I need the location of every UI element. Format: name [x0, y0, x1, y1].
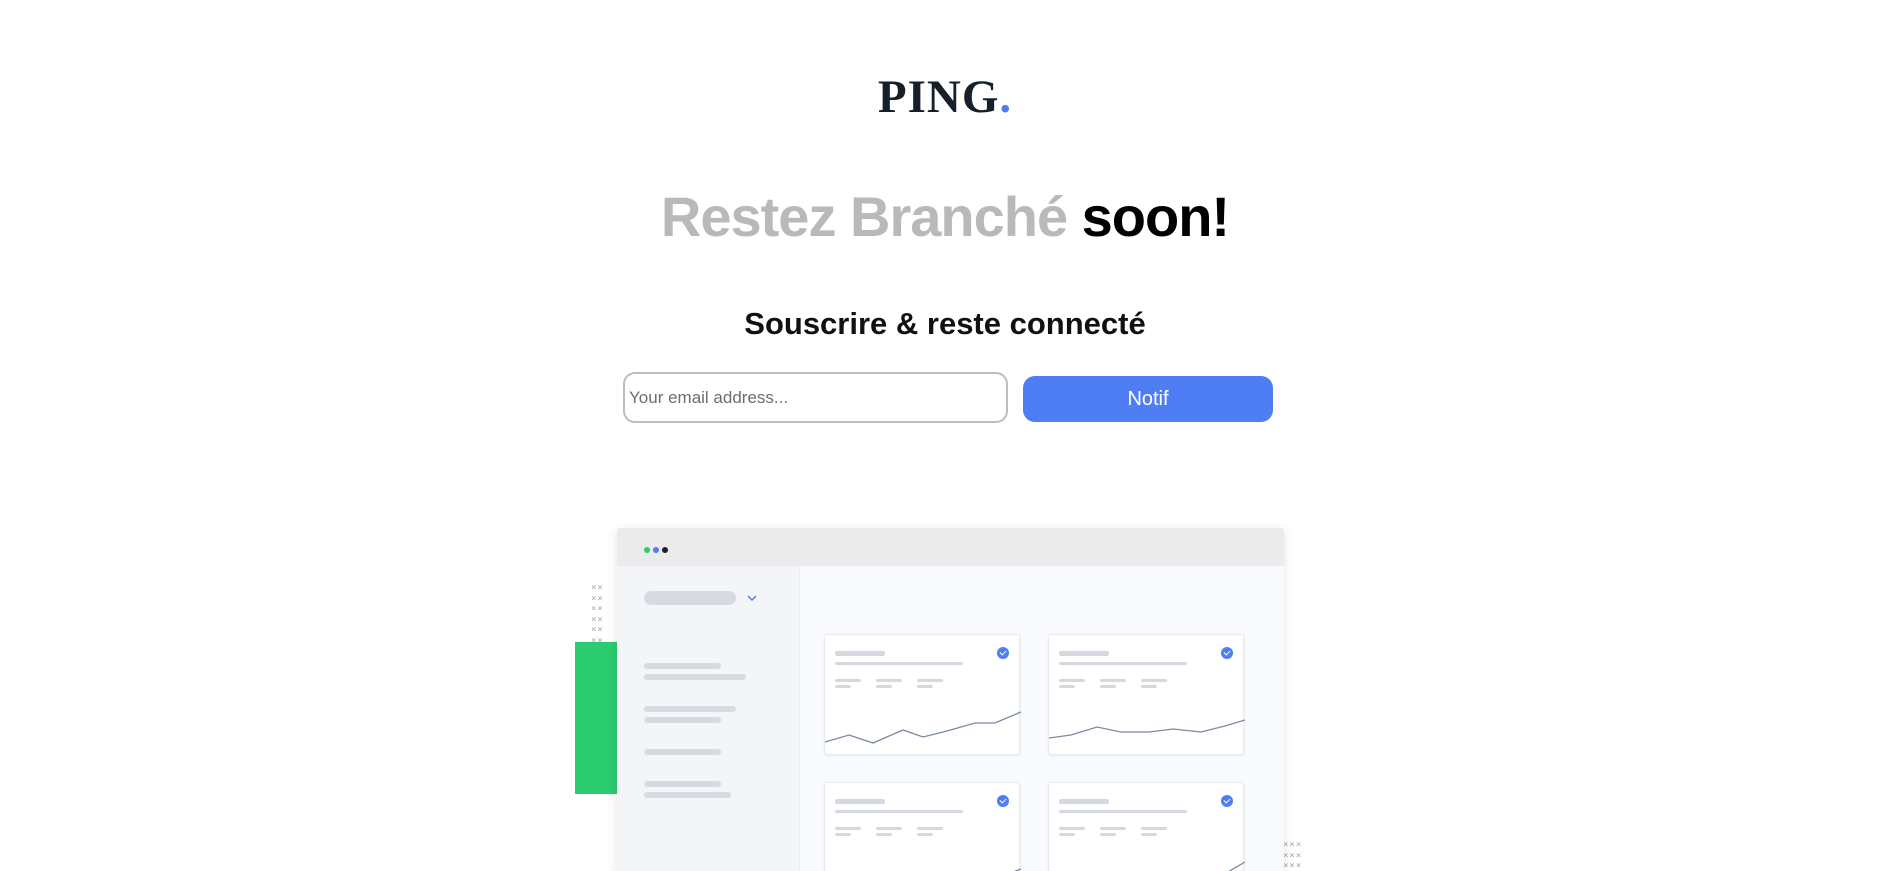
sparkline [1228, 861, 1245, 871]
x-pattern-decoration-right: ××× ××× ××× [1283, 840, 1303, 871]
dashboard-illustration [617, 528, 1284, 871]
green-decoration-block [575, 642, 620, 794]
coming-soon-page: PING. Restez Branché soon! Souscrire & r… [0, 0, 1890, 871]
sidebar-line [644, 663, 721, 669]
chevron-down-icon [747, 595, 757, 602]
sparkline [1049, 719, 1245, 739]
sidebar-line [644, 717, 721, 723]
window-title-bar [617, 528, 1284, 566]
logo-text: PING [877, 71, 1000, 123]
subscribe-heading: Souscrire & reste connecté [744, 306, 1146, 341]
email-input[interactable] [623, 372, 1008, 423]
window-dot-dark [662, 547, 668, 553]
sidebar-line [644, 781, 721, 787]
title-light-part: Restez Branché [660, 185, 1068, 248]
check-icon [997, 647, 1009, 659]
sidebar-line [644, 749, 721, 755]
window-dot-blue [653, 547, 659, 553]
window-dot-green [644, 547, 650, 553]
illustration-card [1048, 634, 1245, 755]
ping-logo: PING. [0, 70, 1890, 124]
sparkline [1013, 868, 1021, 871]
sidebar-line [644, 792, 731, 798]
logo-dot: . [999, 71, 1013, 123]
illustration-card [824, 782, 1021, 871]
sidebar-line [644, 706, 736, 712]
notify-button[interactable]: Notif [1023, 376, 1273, 422]
check-icon [1221, 647, 1233, 659]
sparkline [825, 711, 1021, 744]
illustration-card [824, 634, 1021, 755]
title-dark-part: soon! [1081, 185, 1230, 248]
check-icon [997, 795, 1009, 807]
sidebar-line [644, 674, 746, 680]
illustration-card [1048, 782, 1245, 871]
check-icon [1221, 795, 1233, 807]
page-title: Restez Branché soon! [0, 184, 1890, 249]
illustration-sidebar [617, 566, 800, 871]
sidebar-dropdown-pill [644, 591, 736, 605]
